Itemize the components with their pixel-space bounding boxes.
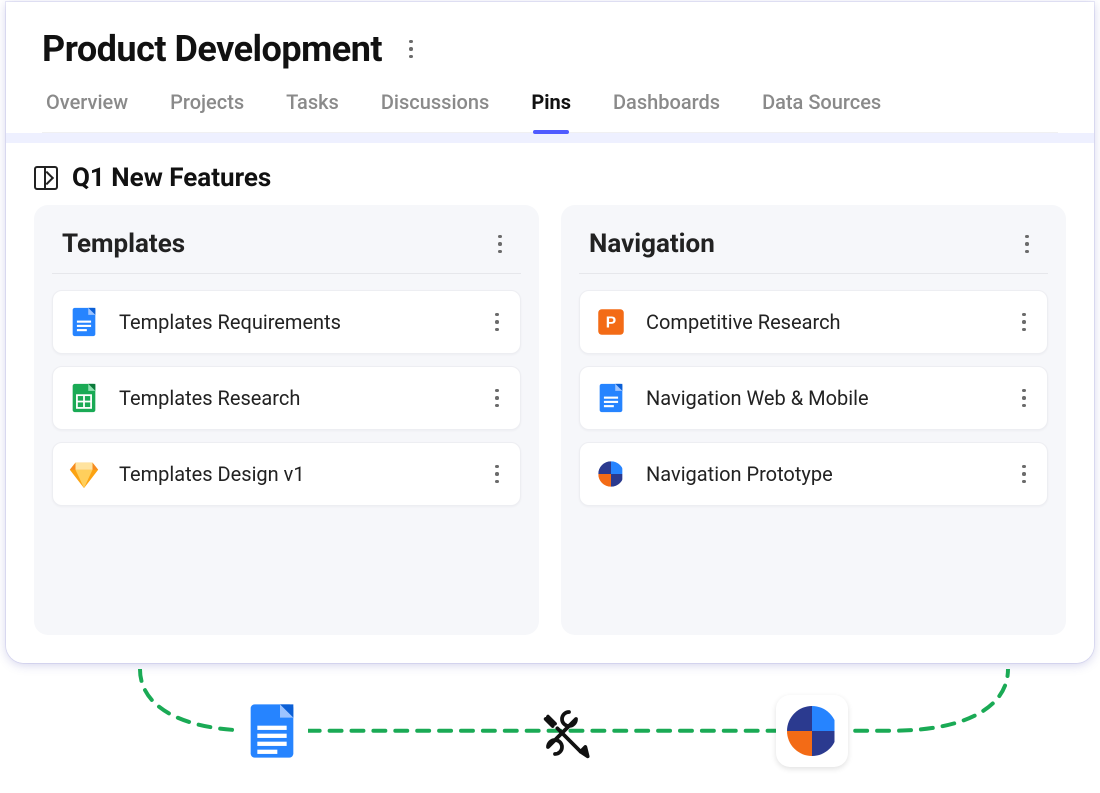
tabs: Overview Projects Tasks Discussions Pins… xyxy=(42,90,1058,133)
tab-data-sources[interactable]: Data Sources xyxy=(760,90,883,132)
list-item[interactable]: Templates Design v1 xyxy=(52,442,521,506)
item-menu-button[interactable] xyxy=(1013,387,1035,409)
card-templates: Templates Templates Requirements xyxy=(34,205,539,635)
section: Q1 New Features Templates Templates Requ… xyxy=(6,143,1094,663)
card-title: Templates xyxy=(62,229,185,259)
header: Product Development Overview Projects Ta… xyxy=(6,2,1094,133)
card-header: Templates xyxy=(52,223,521,274)
powerpoint-icon: P xyxy=(594,305,628,339)
prototype-icon xyxy=(594,457,628,491)
item-label: Competitive Research xyxy=(646,310,995,334)
list-item[interactable]: P Competitive Research xyxy=(579,290,1048,354)
cards-row: Templates Templates Requirements xyxy=(30,205,1070,635)
card-menu-button[interactable] xyxy=(489,233,511,255)
item-menu-button[interactable] xyxy=(486,311,508,333)
item-menu-button[interactable] xyxy=(486,387,508,409)
page-title: Product Development xyxy=(42,28,382,70)
list-item[interactable]: Navigation Prototype xyxy=(579,442,1048,506)
item-menu-button[interactable] xyxy=(1013,463,1035,485)
app-window: Product Development Overview Projects Ta… xyxy=(6,2,1094,663)
gdoc-icon xyxy=(236,695,308,767)
card-title: Navigation xyxy=(589,229,715,259)
tab-discussions[interactable]: Discussions xyxy=(379,90,491,132)
item-label: Templates Requirements xyxy=(119,310,468,334)
tab-dashboards[interactable]: Dashboards xyxy=(611,90,722,132)
card-menu-button[interactable] xyxy=(1016,233,1038,255)
tab-overview[interactable]: Overview xyxy=(44,90,130,132)
tools-icon xyxy=(534,705,590,761)
gdoc-icon xyxy=(67,305,101,339)
item-list: Templates Requirements Templates Researc… xyxy=(52,290,521,506)
item-label: Templates Research xyxy=(119,386,468,410)
card-navigation: Navigation P Competitive Research xyxy=(561,205,1066,635)
prototype-icon xyxy=(776,695,848,767)
tab-pins[interactable]: Pins xyxy=(529,90,573,132)
card-header: Navigation xyxy=(579,223,1048,274)
item-menu-button[interactable] xyxy=(486,463,508,485)
title-row: Product Development xyxy=(42,28,1058,70)
tab-tasks[interactable]: Tasks xyxy=(284,90,341,132)
section-header: Q1 New Features xyxy=(30,163,1070,205)
section-title: Q1 New Features xyxy=(72,163,271,193)
item-menu-button[interactable] xyxy=(1013,311,1035,333)
item-label: Navigation Web & Mobile xyxy=(646,386,995,410)
list-item[interactable]: Templates Research xyxy=(52,366,521,430)
item-list: P Competitive Research Navigation Web & … xyxy=(579,290,1048,506)
tab-projects[interactable]: Projects xyxy=(168,90,246,132)
svg-text:P: P xyxy=(606,315,616,332)
sketch-icon xyxy=(67,457,101,491)
footer-illustration xyxy=(6,665,1094,785)
divider-strip xyxy=(6,133,1094,143)
list-item[interactable]: Navigation Web & Mobile xyxy=(579,366,1048,430)
gdoc-icon xyxy=(594,381,628,415)
collapse-icon[interactable] xyxy=(34,166,58,190)
item-label: Navigation Prototype xyxy=(646,462,995,486)
gsheet-icon xyxy=(67,381,101,415)
list-item[interactable]: Templates Requirements xyxy=(52,290,521,354)
page-menu-button[interactable] xyxy=(400,38,422,60)
item-label: Templates Design v1 xyxy=(119,462,468,486)
